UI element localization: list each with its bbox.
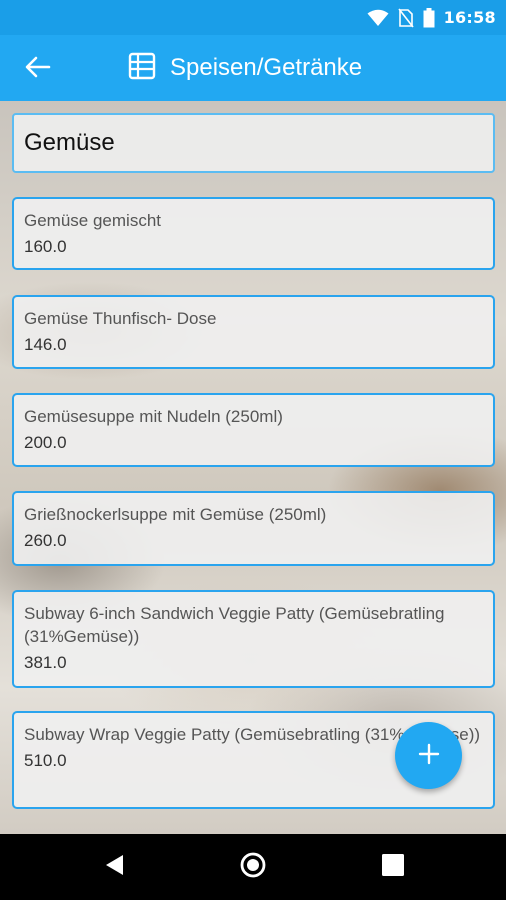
nav-home-button[interactable] [237,851,269,883]
battery-icon [423,7,435,28]
page-title: Speisen/Getränke [170,54,363,81]
item-name: Grießnockerlsuppe mit Gemüse (250ml) [24,505,327,524]
back-triangle-icon [103,853,125,881]
category-value: Gemüse [24,129,115,156]
list-item[interactable]: Subway 6-inch Sandwich Veggie Patty (Gem… [12,590,495,688]
app-bar: Speisen/Getränke [0,35,506,101]
item-value: 146.0 [24,335,67,354]
add-button[interactable] [395,722,462,789]
category-field[interactable]: Gemüse [12,113,495,173]
title-group: Speisen/Getränke [128,35,362,101]
item-name: Gemüsesuppe mit Nudeln (250ml) [24,407,283,426]
recents-square-icon [381,853,405,881]
plus-icon [418,743,440,769]
status-bar: 16:58 [0,0,506,35]
item-value: 260.0 [24,531,67,550]
list-item[interactable]: Gemüsesuppe mit Nudeln (250ml) 200.0 [12,393,495,467]
table-icon [128,52,156,84]
arrow-left-icon [25,56,51,82]
item-value: 381.0 [24,653,67,672]
item-name: Gemüse Thunfisch- Dose [24,309,217,328]
list-item[interactable]: Grießnockerlsuppe mit Gemüse (250ml) 260… [12,491,495,566]
content-area[interactable]: Gemüse Gemüse gemischt 160.0 Gemüse Thun… [0,101,506,834]
navigation-bar [0,834,506,900]
status-time: 16:58 [443,8,496,27]
no-sim-icon [397,8,414,28]
item-value: 160.0 [24,237,67,256]
item-name: Gemüse gemischt [24,211,161,230]
nav-back-button[interactable] [98,851,130,883]
wifi-icon [367,9,389,27]
item-value: 200.0 [24,433,67,452]
list-item[interactable]: Gemüse Thunfisch- Dose 146.0 [12,295,495,369]
back-button[interactable] [22,53,54,85]
nav-recents-button[interactable] [377,851,409,883]
home-circle-icon [239,851,267,883]
list-item[interactable]: Gemüse gemischt 160.0 [12,197,495,270]
item-name: Subway 6-inch Sandwich Veggie Patty (Gem… [24,604,445,646]
